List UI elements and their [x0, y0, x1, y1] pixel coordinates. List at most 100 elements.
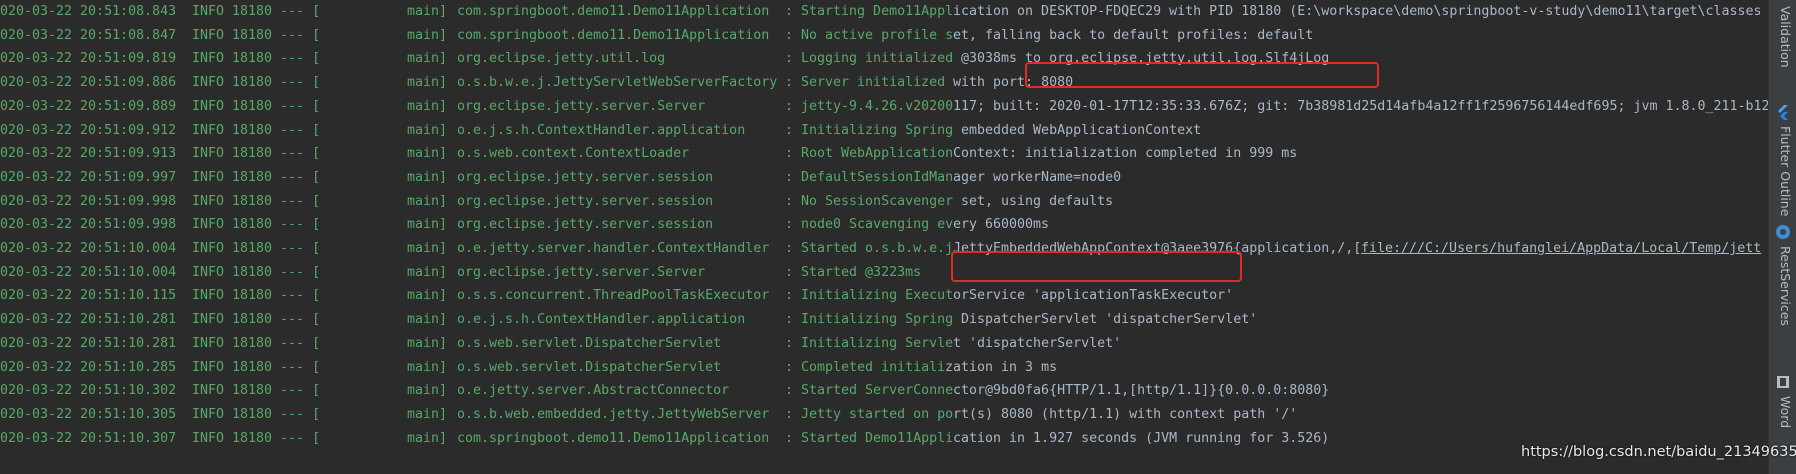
log-timestamp: 020-03-22 20:51:09.912: [0, 122, 177, 138]
log-thread: main]: [407, 217, 448, 233]
log-timestamp: 020-03-22 20:51:09.886: [0, 75, 177, 91]
log-message-tail: t 'dispatcherServlet': [953, 331, 1122, 356]
log-message-start: : Jetty started on po: [785, 406, 954, 422]
tab-flutter-outline[interactable]: Flutter Outline: [1773, 126, 1793, 216]
log-level: INFO 18180 --- [: [192, 98, 321, 114]
log-message-start: : Completed initiali: [785, 359, 946, 375]
log-thread: main]: [407, 312, 448, 328]
log-thread: main]: [407, 75, 448, 91]
log-message-start: : Starting Demo11Appl: [785, 4, 954, 19]
log-thread: main]: [407, 4, 448, 19]
log-timestamp: 020-03-22 20:51:09.998: [0, 217, 177, 233]
flutter-icon: [1778, 105, 1788, 120]
log-level: INFO 18180 --- [: [192, 383, 321, 399]
log-thread: main]: [407, 122, 448, 138]
log-logger: o.e.jetty.server.handler.ContextHandler: [457, 241, 770, 256]
log-thread: main]: [407, 406, 448, 422]
tab-rest-services[interactable]: RestServices: [1773, 246, 1793, 326]
log-logger: o.s.web.context.ContextLoader: [457, 146, 690, 162]
log-logger: o.s.s.concurrent.ThreadPoolTaskExecutor: [457, 288, 770, 304]
highlight-box-webappcontext: [951, 251, 1242, 282]
log-level: INFO 18180 --- [: [192, 169, 321, 185]
watermark: https://blog.csdn.net/baidu_21349635: [1521, 444, 1796, 460]
log-logger: org.eclipse.jetty.server.Server: [457, 264, 706, 280]
log-message-start: : jetty-9.4.26.v20200: [785, 98, 954, 114]
log-level: INFO 18180 --- [: [192, 406, 321, 422]
rest-services-icon: [1776, 225, 1790, 239]
log-logger: com.springboot.demo11.Demo11Application: [457, 430, 770, 446]
log-level: INFO 18180 --- [: [192, 288, 321, 304]
log-level: INFO 18180 --- [: [192, 241, 321, 256]
log-message-tail: zation in 3 ms: [945, 355, 1058, 380]
log-thread: main]: [407, 335, 448, 351]
log-message-tail: ctor@9bd0fa6{HTTP/1.1,[http/1.1]}{0.0.0.…: [953, 379, 1330, 403]
log-timestamp: 020-03-22 20:51:08.843: [0, 4, 177, 19]
log-message-tail: ication on DESKTOP-FDQEC29 with PID 1818…: [953, 0, 1762, 24]
log-message-tail: DispatcherServlet 'dispatcherServlet': [953, 308, 1258, 332]
log-message-tail: rt(s) 8080 (http/1.1) with context path …: [953, 402, 1298, 427]
log-logger: o.s.b.w.e.j.JettyServletWebServerFactory: [457, 75, 778, 91]
log-message-tail: 117; built: 2020-01-17T12:35:33.676Z; gi…: [953, 94, 1768, 119]
log-message-start: : node0 Scavenging ev: [785, 217, 954, 233]
log-message-tail: ager workerName=node0: [953, 165, 1122, 190]
log-message-start: : Logging initialized: [785, 51, 954, 67]
log-thread: main]: [407, 98, 448, 114]
log-level: INFO 18180 --- [: [192, 51, 321, 67]
log-message-start: : Initializing Execut: [785, 288, 954, 304]
log-logger: org.eclipse.jetty.server.session: [457, 193, 714, 209]
log-message-tail: orService 'applicationTaskExecutor': [953, 284, 1234, 309]
log-message-tail: ery 660000ms: [953, 213, 1050, 238]
log-thread: main]: [407, 51, 448, 67]
log-thread: main]: [407, 193, 448, 209]
log-message-start: : Root WebApplication: [785, 146, 954, 162]
log-level: INFO 18180 --- [: [192, 217, 321, 233]
console-output[interactable]: 020-03-22 20:51:08.843 INFO 18180 --- [ ma…: [0, 0, 1768, 474]
log-level: INFO 18180 --- [: [192, 75, 321, 91]
log-logger: org.eclipse.jetty.server.session: [457, 217, 714, 233]
log-message-start: : No active profile s: [785, 27, 954, 43]
log-level: INFO 18180 --- [: [192, 430, 321, 446]
log-message-start: : Initializing Spring: [785, 122, 954, 138]
log-timestamp: 020-03-22 20:51:08.847: [0, 27, 177, 43]
log-message-tail: cation in 1.927 seconds (JVM running for…: [953, 426, 1330, 451]
log-thread: main]: [407, 288, 448, 304]
log-logger: com.springboot.demo11.Demo11Application: [457, 4, 770, 19]
log-logger: org.eclipse.jetty.util.log: [457, 51, 666, 67]
file-link[interactable]: file:///C:/Users/hufanglei/AppData/Local…: [1361, 237, 1762, 261]
log-level: INFO 18180 --- [: [192, 312, 321, 328]
tab-validation[interactable]: Validation: [1773, 6, 1793, 68]
log-timestamp: 020-03-22 20:51:10.004: [0, 241, 177, 256]
log-timestamp: 020-03-22 20:51:10.004: [0, 264, 177, 280]
log-thread: main]: [407, 264, 448, 280]
log-logger: org.eclipse.jetty.server.Server: [457, 98, 706, 114]
log-logger: o.s.web.servlet.DispatcherServlet: [457, 335, 722, 351]
log-timestamp: 020-03-22 20:51:10.305: [0, 406, 177, 422]
log-logger: o.e.jetty.server.AbstractConnector: [457, 383, 730, 399]
log-message-tail: et, falling back to default profiles: de…: [953, 23, 1314, 48]
log-timestamp: 020-03-22 20:51:10.302: [0, 383, 177, 399]
log-thread: main]: [407, 146, 448, 162]
log-timestamp: 020-03-22 20:51:10.285: [0, 359, 177, 375]
log-timestamp: 020-03-22 20:51:09.998: [0, 193, 177, 209]
log-message-start: : Started Demo11Appli: [785, 430, 954, 446]
log-thread: main]: [407, 430, 448, 446]
log-timestamp: 020-03-22 20:51:10.281: [0, 335, 177, 351]
log-level: INFO 18180 --- [: [192, 146, 321, 162]
log-message-tail: embedded WebApplicationContext: [953, 118, 1202, 143]
log-message-start: : Server initialized: [785, 75, 946, 91]
log-message-start: : Initializing Servle: [785, 335, 954, 351]
log-logger: o.s.b.web.embedded.jetty.JettyWebServer: [457, 406, 770, 422]
word-book-icon: [1777, 376, 1789, 388]
log-message-tail: set, using defaults: [953, 189, 1114, 214]
log-level: INFO 18180 --- [: [192, 359, 321, 375]
log-message-start: : Started @3223ms: [785, 264, 922, 280]
log-level: INFO 18180 --- [: [192, 122, 321, 138]
log-message-start: : No SessionScavenger: [785, 193, 954, 209]
log-thread: main]: [407, 169, 448, 185]
log-level: INFO 18180 --- [: [192, 193, 321, 209]
tab-word[interactable]: Word: [1773, 396, 1793, 428]
log-message-start: : Initializing Spring: [785, 312, 954, 328]
log-timestamp: 020-03-22 20:51:10.115: [0, 288, 177, 304]
log-logger: o.s.web.servlet.DispatcherServlet: [457, 359, 722, 375]
log-level: INFO 18180 --- [: [192, 4, 321, 19]
